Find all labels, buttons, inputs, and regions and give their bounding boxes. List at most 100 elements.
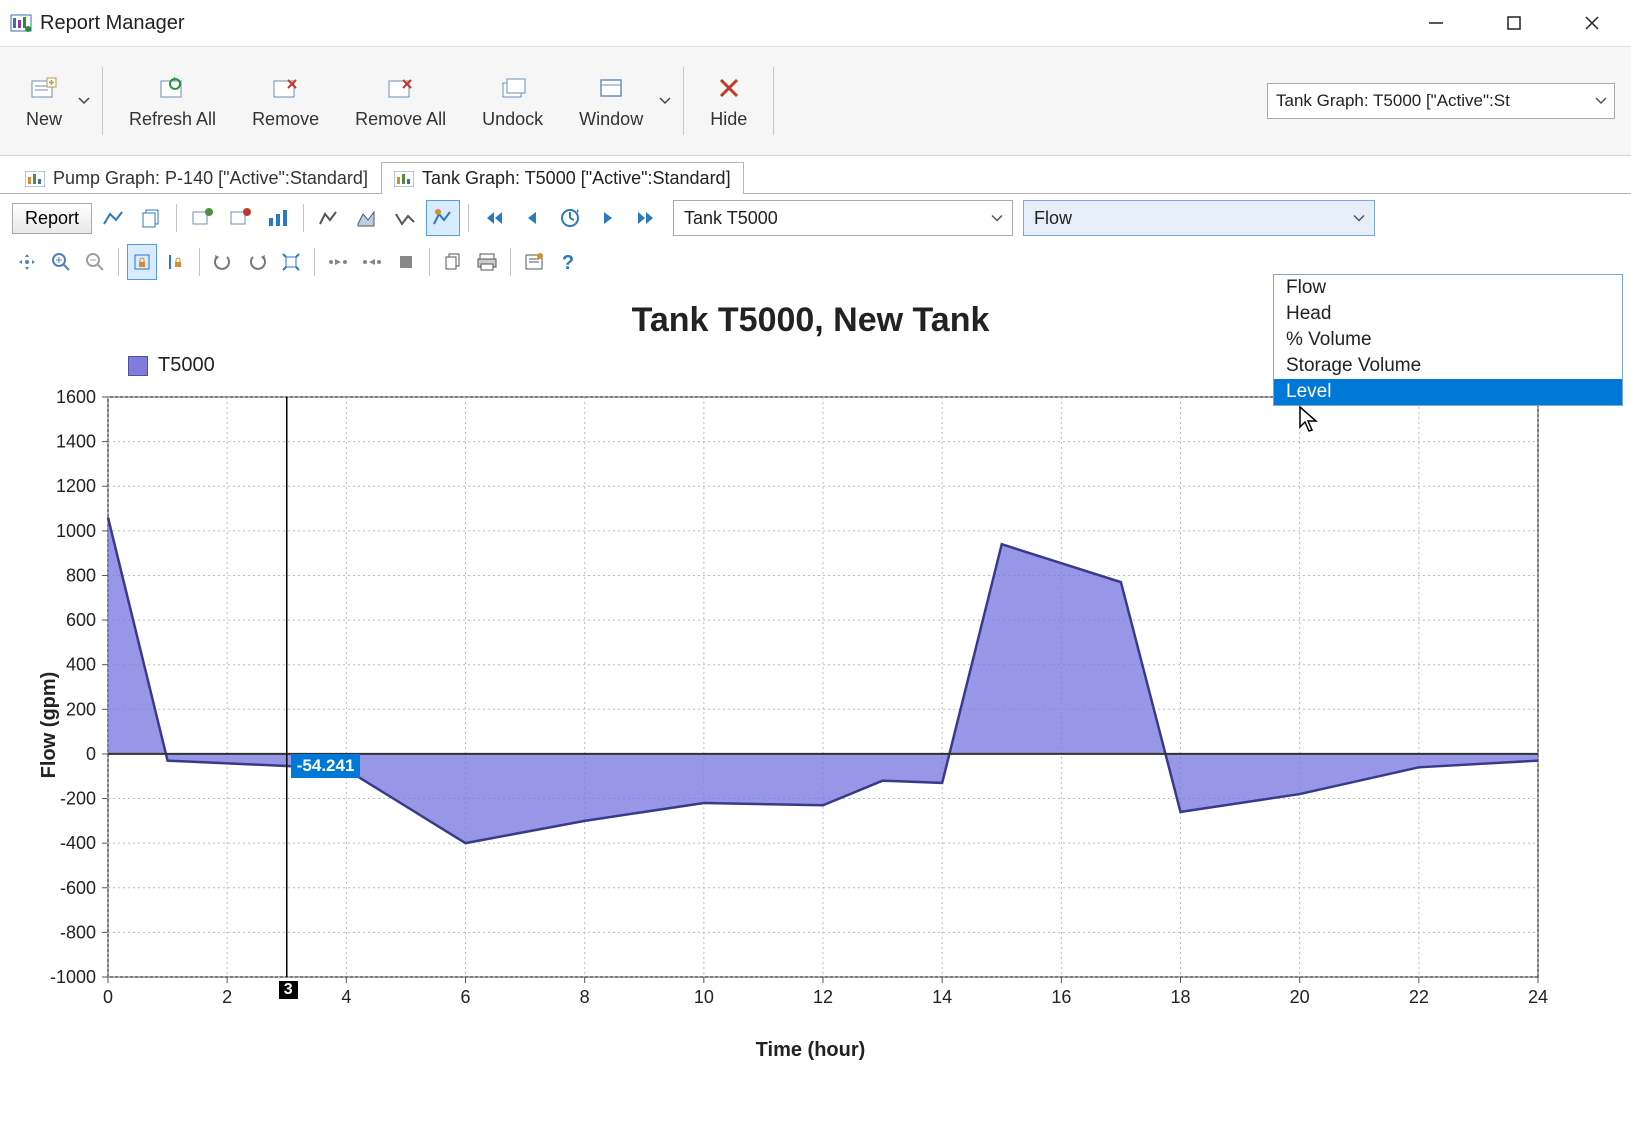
dropdown-option[interactable]: Storage Volume bbox=[1274, 353, 1622, 379]
cursor-tooltip: -54.241 bbox=[291, 754, 361, 778]
chart-icon bbox=[394, 171, 414, 187]
nudge-left-button[interactable] bbox=[323, 244, 353, 280]
first-button[interactable] bbox=[477, 200, 511, 236]
app-icon bbox=[10, 13, 32, 33]
undock-button[interactable]: Undock bbox=[464, 47, 561, 155]
chart-icon bbox=[25, 171, 45, 187]
svg-text:4: 4 bbox=[341, 987, 351, 1007]
dropdown-option[interactable]: Flow bbox=[1274, 275, 1622, 301]
pan-button[interactable] bbox=[12, 244, 42, 280]
hide-label: Hide bbox=[710, 109, 747, 130]
refresh-all-label: Refresh All bbox=[129, 109, 216, 130]
element-combo[interactable]: Tank T5000 bbox=[673, 200, 1013, 236]
report-button[interactable]: Report bbox=[12, 203, 92, 234]
remove-all-icon bbox=[388, 73, 414, 103]
legend-swatch bbox=[128, 356, 148, 376]
svg-text:22: 22 bbox=[1409, 987, 1429, 1007]
new-label: New bbox=[26, 109, 62, 130]
zoom-in-button[interactable] bbox=[46, 244, 76, 280]
separator bbox=[429, 248, 430, 276]
tab-pump-graph[interactable]: Pump Graph: P-140 ["Active":Standard] bbox=[12, 162, 381, 194]
hide-icon bbox=[718, 73, 740, 103]
redo-zoom-button[interactable] bbox=[242, 244, 272, 280]
ribbon-toolbar: New Refresh All Remove Remove All Undock… bbox=[0, 46, 1631, 156]
undo-zoom-button[interactable] bbox=[208, 244, 238, 280]
window-dropdown[interactable] bbox=[655, 47, 675, 155]
minimize-button[interactable] bbox=[1397, 0, 1475, 46]
svg-text:2: 2 bbox=[222, 987, 232, 1007]
remove-all-button[interactable]: Remove All bbox=[337, 47, 464, 155]
svg-text:20: 20 bbox=[1290, 987, 1310, 1007]
print-button[interactable] bbox=[472, 244, 502, 280]
chevron-down-icon bbox=[990, 208, 1004, 229]
refresh-icon bbox=[160, 73, 186, 103]
report-selector-combo[interactable]: Tank Graph: T5000 ["Active":St bbox=[1267, 83, 1615, 119]
svg-text:200: 200 bbox=[66, 699, 96, 719]
dropdown-option[interactable]: Level bbox=[1274, 379, 1622, 405]
hide-button[interactable]: Hide bbox=[692, 47, 765, 155]
refresh-all-button[interactable]: Refresh All bbox=[111, 47, 234, 155]
window-icon bbox=[598, 73, 624, 103]
y-axis-label: Flow (gpm) bbox=[38, 671, 61, 778]
close-button[interactable] bbox=[1553, 0, 1631, 46]
maximize-button[interactable] bbox=[1475, 0, 1553, 46]
stop-button[interactable] bbox=[391, 244, 421, 280]
lock-x-button[interactable] bbox=[127, 244, 157, 280]
svg-text:12: 12 bbox=[813, 987, 833, 1007]
svg-text:18: 18 bbox=[1170, 987, 1190, 1007]
copy-button[interactable] bbox=[438, 244, 468, 280]
line-chart-button[interactable] bbox=[96, 200, 130, 236]
remove-series-button[interactable] bbox=[223, 200, 257, 236]
chart-type-1-button[interactable] bbox=[312, 200, 346, 236]
chart-type-2-button[interactable] bbox=[350, 200, 384, 236]
svg-text:-400: -400 bbox=[60, 833, 96, 853]
chart-plot[interactable]: Flow (gpm) -1000-800-600-400-20002004006… bbox=[18, 387, 1603, 1062]
separator bbox=[102, 67, 103, 135]
copy-chart-button[interactable] bbox=[134, 200, 168, 236]
chart-type-3-button[interactable] bbox=[388, 200, 422, 236]
x-axis-label: Time (hour) bbox=[18, 1039, 1603, 1062]
separator bbox=[118, 248, 119, 276]
attribute-combo-value: Flow bbox=[1034, 208, 1072, 229]
dropdown-option[interactable]: % Volume bbox=[1274, 327, 1622, 353]
zoom-out-button[interactable] bbox=[80, 244, 110, 280]
help-button[interactable]: ? bbox=[553, 244, 583, 280]
svg-text:6: 6 bbox=[460, 987, 470, 1007]
tab-label: Tank Graph: T5000 ["Active":Standard] bbox=[422, 168, 731, 189]
report-selector-value: Tank Graph: T5000 ["Active":St bbox=[1276, 91, 1510, 111]
titlebar: Report Manager bbox=[0, 0, 1631, 46]
nudge-right-button[interactable] bbox=[357, 244, 387, 280]
zoom-extents-button[interactable] bbox=[276, 244, 306, 280]
cursor-x-indicator: 3 bbox=[279, 981, 298, 999]
separator bbox=[199, 248, 200, 276]
series-settings-button[interactable] bbox=[261, 200, 295, 236]
next-button[interactable] bbox=[591, 200, 625, 236]
tab-tank-graph[interactable]: Tank Graph: T5000 ["Active":Standard] bbox=[381, 162, 744, 194]
window-label: Window bbox=[579, 109, 643, 130]
attribute-dropdown-list[interactable]: FlowHead% VolumeStorage VolumeLevel bbox=[1273, 274, 1623, 406]
chart-type-4-button[interactable] bbox=[426, 200, 460, 236]
properties-button[interactable] bbox=[519, 244, 549, 280]
remove-label: Remove bbox=[252, 109, 319, 130]
attribute-combo[interactable]: Flow bbox=[1023, 200, 1375, 236]
undock-label: Undock bbox=[482, 109, 543, 130]
new-button[interactable]: New bbox=[8, 47, 80, 155]
svg-text:400: 400 bbox=[66, 655, 96, 675]
window-button[interactable]: Window bbox=[561, 47, 661, 155]
tab-label: Pump Graph: P-140 ["Active":Standard] bbox=[53, 168, 368, 189]
svg-text:800: 800 bbox=[66, 565, 96, 585]
separator bbox=[314, 248, 315, 276]
prev-button[interactable] bbox=[515, 200, 549, 236]
new-dropdown[interactable] bbox=[74, 47, 94, 155]
svg-text:-800: -800 bbox=[60, 922, 96, 942]
dropdown-option[interactable]: Head bbox=[1274, 301, 1622, 327]
new-report-icon bbox=[31, 73, 57, 103]
last-button[interactable] bbox=[629, 200, 663, 236]
remove-button[interactable]: Remove bbox=[234, 47, 337, 155]
separator bbox=[510, 248, 511, 276]
add-series-button[interactable] bbox=[185, 200, 219, 236]
separator bbox=[773, 67, 774, 135]
time-button[interactable] bbox=[553, 200, 587, 236]
lock-y-button[interactable] bbox=[161, 244, 191, 280]
window-title: Report Manager bbox=[40, 12, 185, 35]
